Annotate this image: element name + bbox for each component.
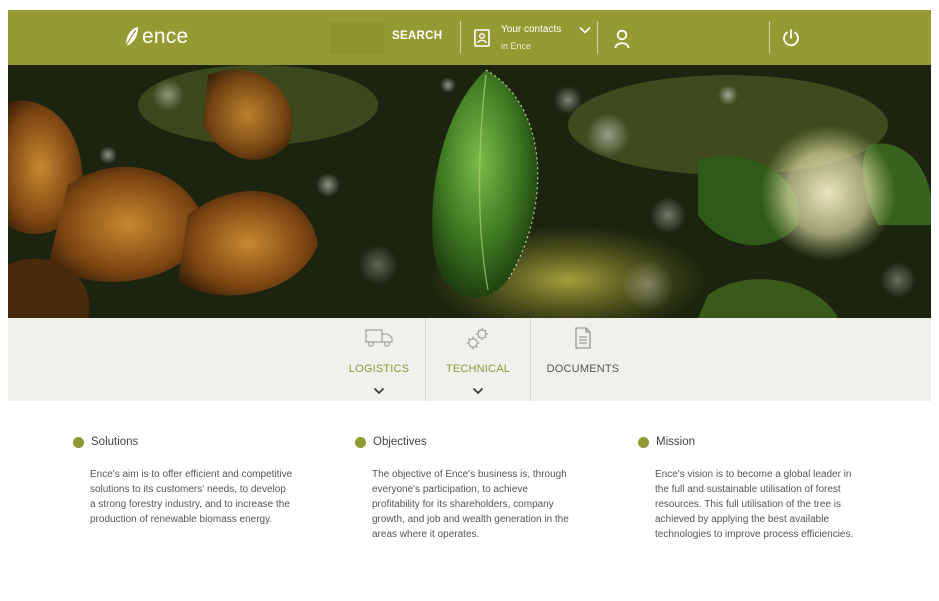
- search-button[interactable]: SEARCH: [392, 30, 442, 42]
- nav-label-documents: DOCUMENTS: [546, 363, 620, 375]
- contacts-book-icon: [474, 29, 490, 47]
- top-header: ence SEARCH Your contacts in Ence: [8, 10, 931, 65]
- power-icon[interactable]: [781, 28, 801, 48]
- info-column-mission: Mission Ence's vision is to become a glo…: [638, 434, 858, 542]
- gears-icon: [466, 328, 488, 350]
- column-title: Objectives: [373, 436, 427, 448]
- column-title: Solutions: [91, 436, 139, 448]
- contacts-sublabel: in Ence: [501, 41, 532, 51]
- contacts-menu[interactable]: Your contacts in Ence: [501, 23, 561, 53]
- document-icon: [575, 327, 591, 349]
- hero-banner-image: [8, 65, 931, 318]
- header-divider: [769, 21, 770, 54]
- info-column-solutions: Solutions Ence's aim is to offer efficie…: [73, 434, 293, 527]
- nav-item-logistics[interactable]: LOGISTICS: [333, 318, 425, 401]
- user-icon[interactable]: [614, 29, 630, 49]
- column-text: Ence's vision is to become a global lead…: [655, 469, 854, 540]
- bullet-dot-icon: [638, 436, 649, 448]
- nav-item-technical[interactable]: TECHNICAL: [426, 318, 530, 401]
- bullet-dot-icon: [355, 436, 366, 448]
- category-nav: LOGISTICS TECHNICAL DOCUMENTS: [8, 318, 931, 401]
- bullet-dot-icon: [73, 436, 84, 448]
- leaf-logo-icon: [125, 27, 138, 47]
- header-divider: [597, 21, 598, 54]
- chevron-down-icon[interactable]: [472, 387, 484, 395]
- info-column-objectives: Objectives The objective of Ence's busin…: [355, 434, 575, 542]
- ence-logo[interactable]: ence: [124, 24, 188, 50]
- header-divider: [460, 21, 461, 54]
- search-input[interactable]: [330, 22, 384, 54]
- column-text: The objective of Ence's business is, thr…: [372, 469, 569, 540]
- column-title: Mission: [656, 436, 695, 448]
- contacts-label: Your contacts: [501, 24, 562, 35]
- chevron-down-icon[interactable]: [579, 26, 591, 34]
- nav-label-logistics: LOGISTICS: [348, 363, 410, 375]
- truck-icon: [365, 329, 393, 347]
- logo-text: ence: [142, 25, 189, 48]
- column-text: Ence's aim is to offer efficient and com…: [90, 469, 293, 525]
- chevron-down-icon[interactable]: [373, 387, 385, 395]
- nav-item-documents[interactable]: DOCUMENTS: [531, 318, 635, 401]
- nav-label-technical: TECHNICAL: [445, 363, 511, 375]
